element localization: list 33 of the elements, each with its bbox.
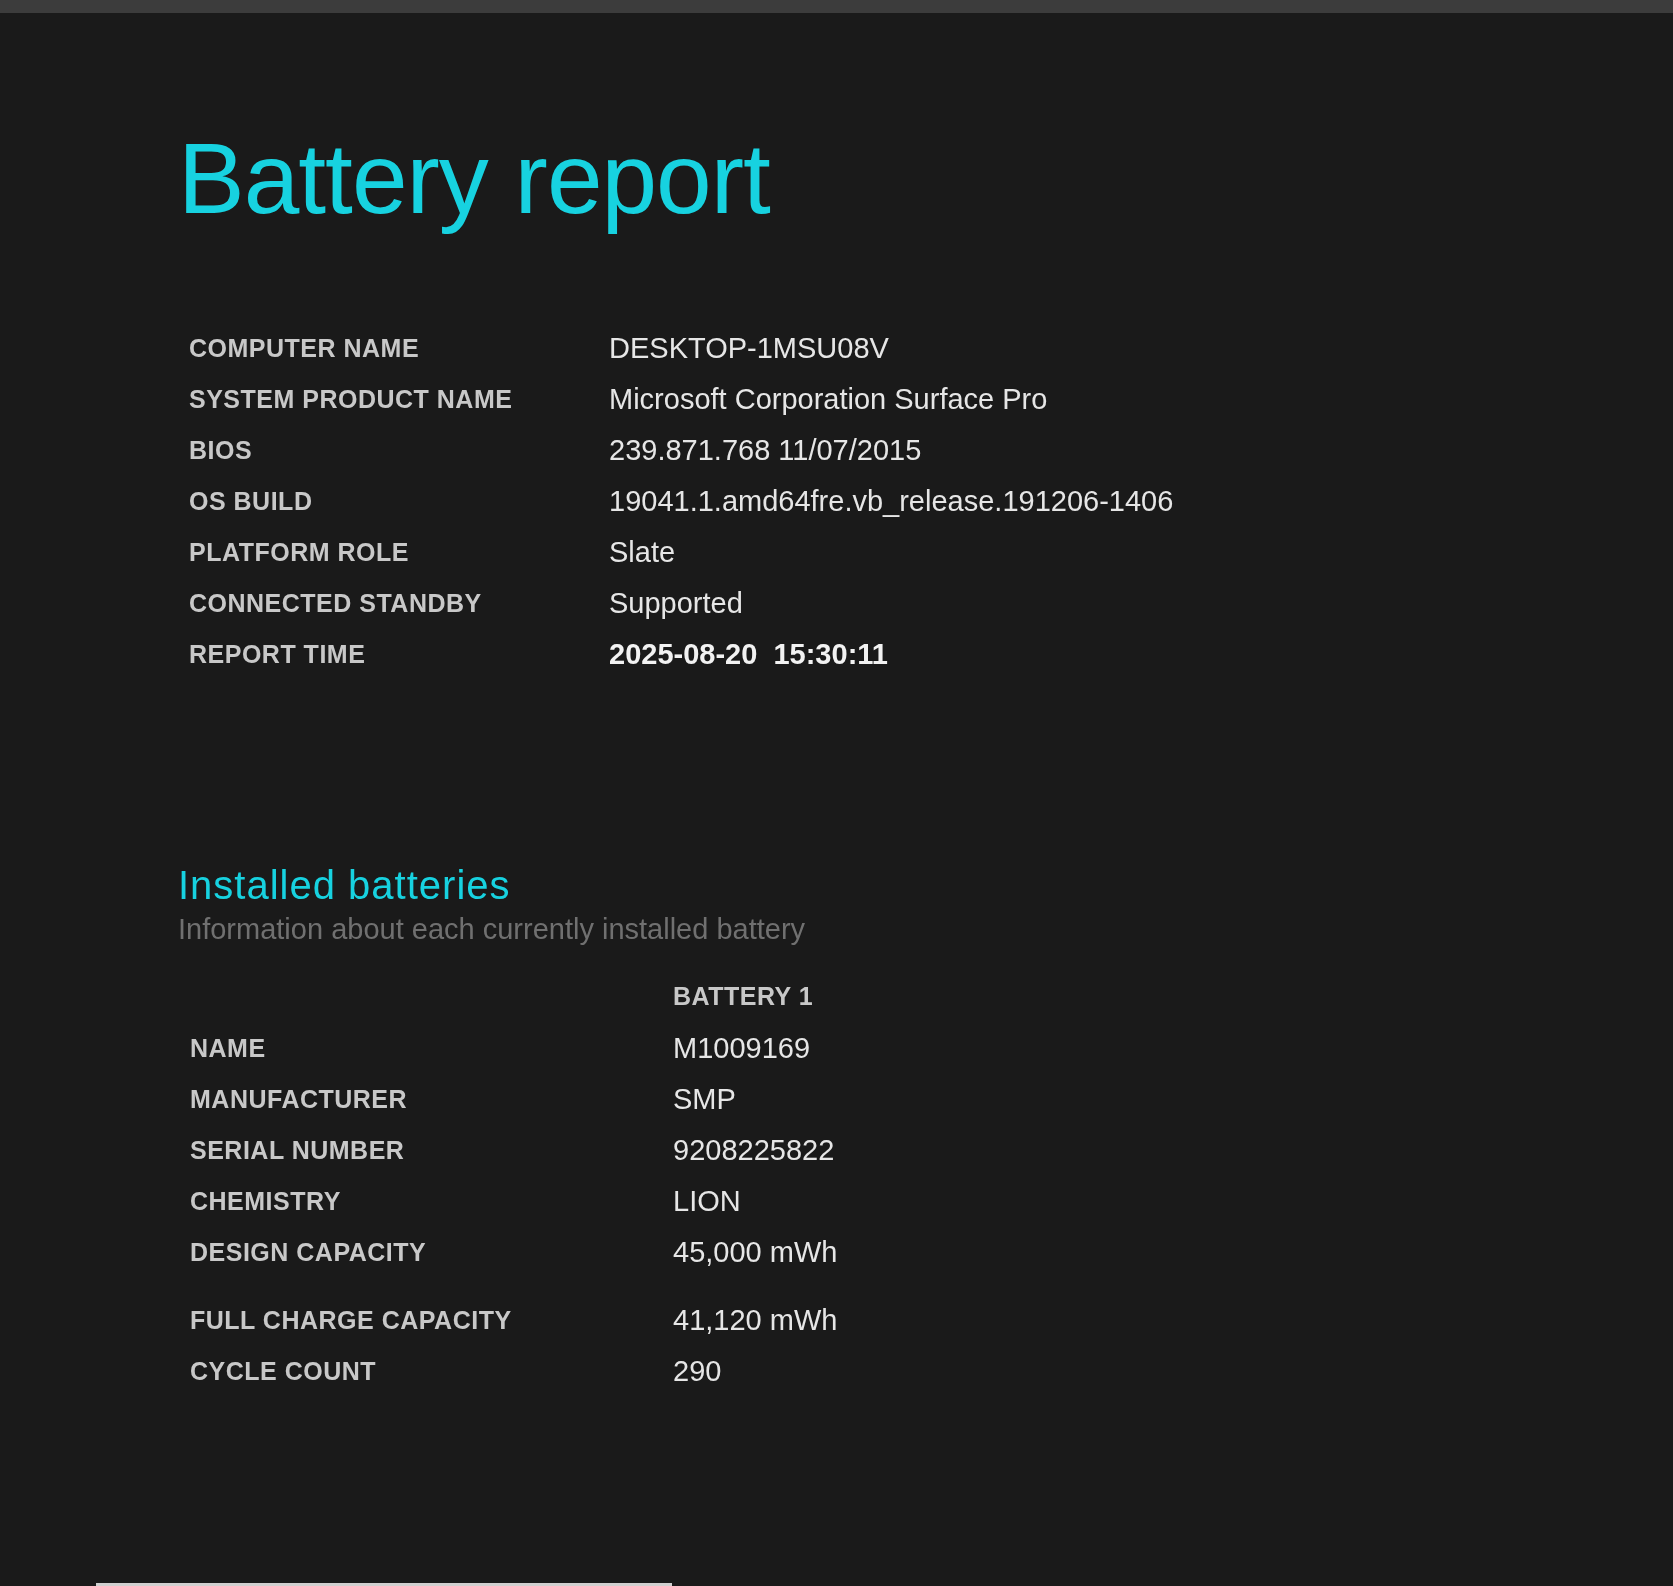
field-value: DESKTOP-1MSU08V	[609, 330, 889, 366]
field-label: CHEMISTRY	[190, 1186, 342, 1218]
field-value: 45,000 mWh	[673, 1235, 838, 1271]
field-value: Supported	[609, 585, 743, 621]
scrollbar-thumb[interactable]	[96, 1583, 672, 1586]
field-label: REPORT TIME	[189, 638, 367, 670]
field-label: FULL CHARGE CAPACITY	[190, 1305, 513, 1337]
field-label: DESIGN CAPACITY	[190, 1237, 428, 1269]
field-value: M1009169	[673, 1031, 811, 1067]
field-value: SMP	[673, 1082, 736, 1118]
column-header: BATTERY 1	[673, 982, 814, 1010]
field-value: 2025-08-20 15:30:11	[609, 636, 888, 672]
field-label: SYSTEM PRODUCT NAME	[189, 383, 514, 415]
field-label: COMPUTER NAME	[189, 332, 421, 364]
field-label: OS BUILD	[189, 485, 314, 517]
field-label: MANUFACTURER	[190, 1084, 409, 1116]
field-value: Slate	[609, 534, 676, 570]
field-value: 239.871.768 11/07/2015	[609, 432, 922, 468]
field-value: LION	[673, 1184, 741, 1220]
field-value: 41,120 mWh	[673, 1303, 838, 1339]
field-label: BIOS	[189, 434, 254, 466]
field-value: 290	[673, 1354, 722, 1390]
field-label: SERIAL NUMBER	[190, 1135, 406, 1167]
section-subtitle: Information about each currently installed battery	[178, 912, 807, 947]
field-value: 9208225822	[673, 1133, 835, 1169]
field-value: Microsoft Corporation Surface Pro	[609, 381, 1048, 417]
section-heading: Installed batteries	[178, 862, 512, 909]
field-value: 19041.1.amd64fre.vb_release.191206-1406	[609, 483, 1174, 519]
field-label: NAME	[190, 1033, 267, 1065]
field-label: PLATFORM ROLE	[189, 536, 410, 568]
report-title: Battery report	[178, 121, 771, 236]
field-label: CYCLE COUNT	[190, 1356, 378, 1388]
field-label: CONNECTED STANDBY	[189, 587, 483, 619]
